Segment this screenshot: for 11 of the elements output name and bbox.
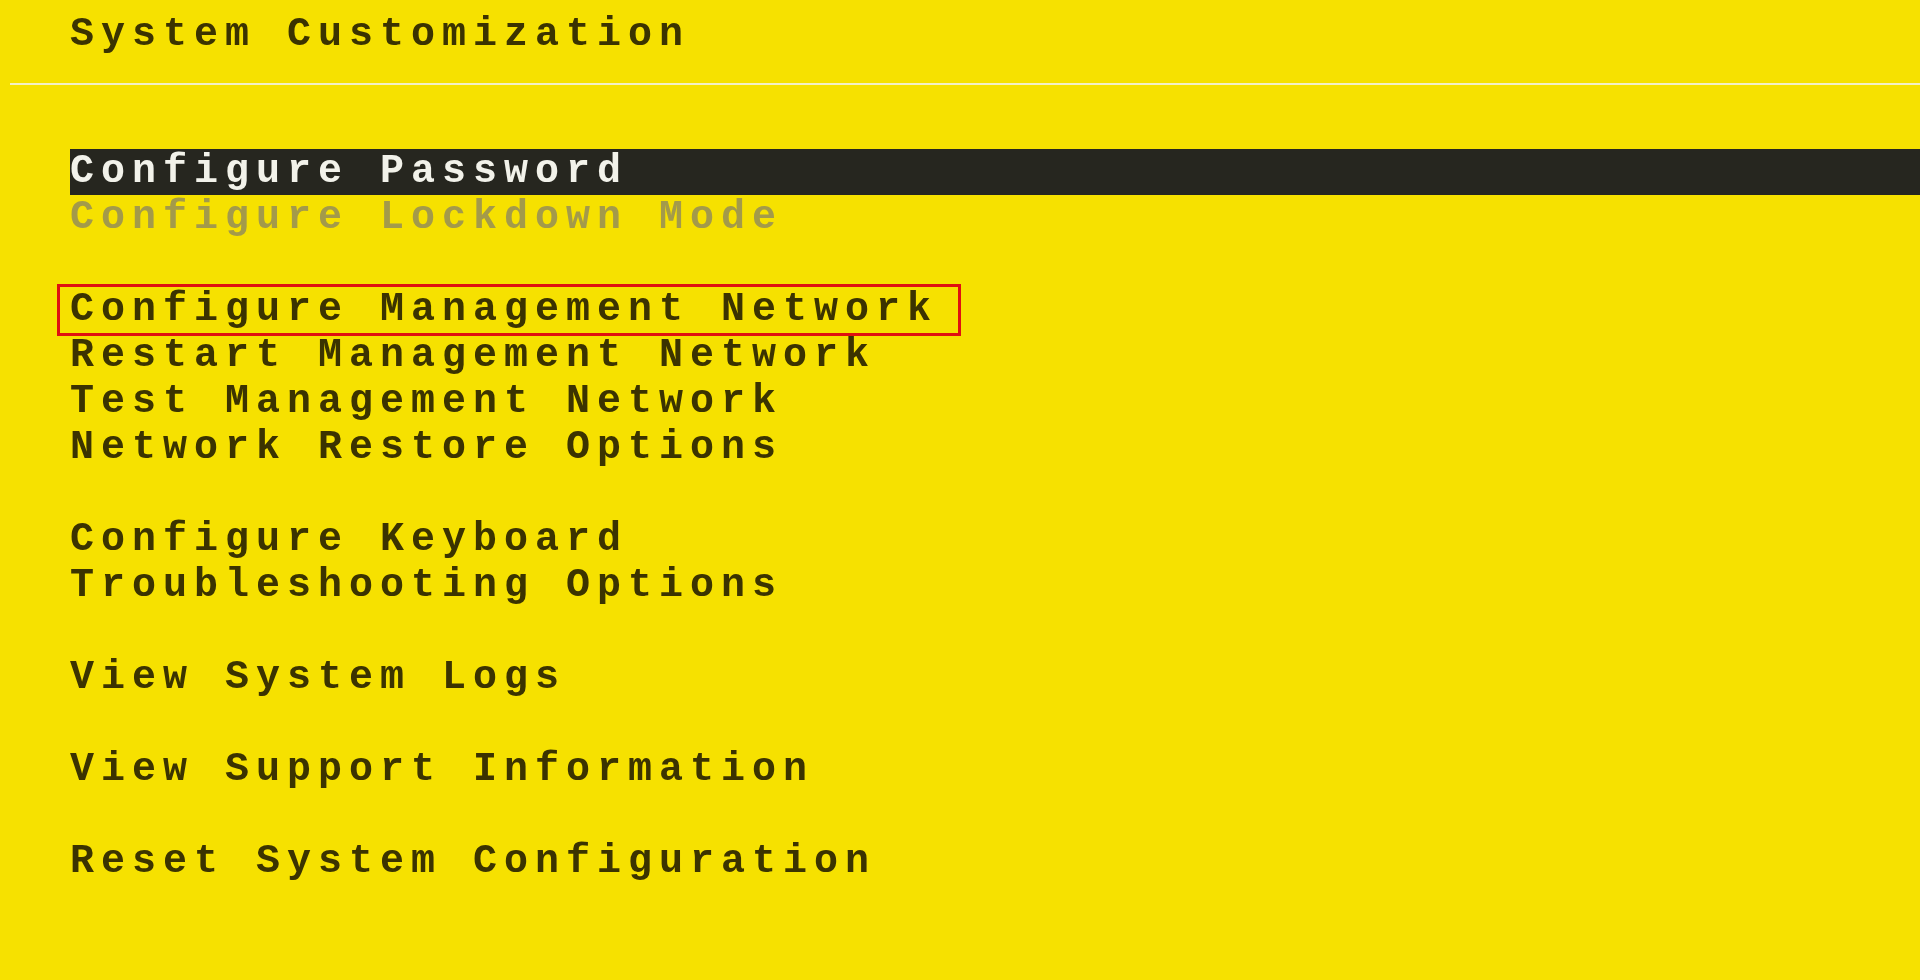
menu-item[interactable]: View Support Information <box>70 747 1920 793</box>
menu-item[interactable]: View System Logs <box>70 655 1920 701</box>
menu-item[interactable]: Configure Keyboard <box>70 517 1920 563</box>
screen-title: System Customization <box>70 12 691 58</box>
menu-item[interactable]: Restart Management Network <box>70 333 1920 379</box>
menu-item[interactable]: Configure Management Network <box>60 287 959 333</box>
menu-item[interactable]: Reset System Configuration <box>70 839 1920 885</box>
menu-item[interactable]: Network Restore Options <box>70 425 1920 471</box>
menu-item[interactable]: Configure Password <box>70 149 1920 195</box>
menu-item[interactable]: Troubleshooting Options <box>70 563 1920 609</box>
menu-item[interactable]: Test Management Network <box>70 379 1920 425</box>
